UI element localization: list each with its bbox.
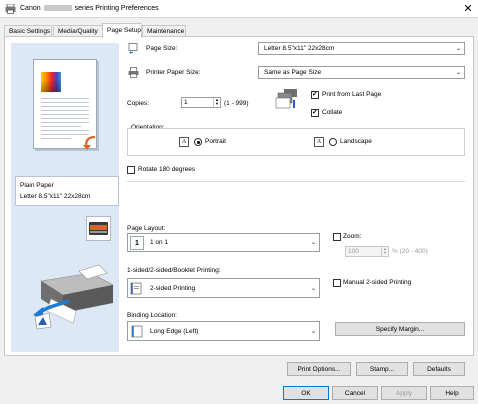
page-layout-select[interactable]: 1 1 on 1 ⌄ [127, 233, 320, 252]
copies-input[interactable]: 1 ▲ ▼ [181, 97, 221, 108]
rotate-180-checkbox[interactable] [127, 166, 135, 174]
zoom-value: 100 [348, 248, 359, 255]
sided-printing-value: 2-sided Printing [150, 285, 196, 292]
redacted-model-name [43, 5, 72, 11]
defaults-button[interactable]: Defaults [413, 362, 465, 376]
landscape-radio[interactable] [329, 138, 337, 146]
page-size-select[interactable]: Letter 8.5"x11" 22x28cm ⌄ [258, 42, 465, 55]
print-from-last-page-checkbox[interactable] [311, 90, 319, 99]
ok-button[interactable]: OK [283, 386, 329, 400]
chevron-down-icon: ⌄ [310, 286, 316, 292]
zoom-spin-buttons[interactable]: ▲ ▼ [381, 247, 388, 256]
page-layout-value: 1 on 1 [150, 239, 169, 246]
sided-printing-select[interactable]: 2-sided Printing ⌄ [127, 278, 320, 298]
print-from-last-page-label: Print from Last Page [322, 91, 382, 98]
portrait-radio[interactable] [194, 138, 202, 146]
reverse-order-arrow-icon [83, 135, 96, 150]
printer-app-icon [5, 4, 16, 14]
printer-paper-size-select[interactable]: Same as Page Size ⌄ [258, 66, 465, 79]
window-title: Canon series Printing Preferences [20, 5, 159, 12]
stamp-button[interactable]: Stamp... [356, 362, 408, 376]
paper-size-text: Letter 8.5"x11" 22x28cm [20, 193, 91, 200]
print-options-button[interactable]: Print Options... [287, 362, 351, 376]
one-on-one-icon: 1 [130, 236, 144, 250]
collate-checkbox[interactable] [311, 108, 319, 117]
close-button[interactable]: ✕ [460, 1, 476, 17]
tab-strip: Basic Settings Media/Quality Page Setup … [4, 23, 474, 38]
long-edge-binding-icon [130, 324, 144, 338]
zoom-input[interactable]: 100 ▲ ▼ [345, 246, 389, 257]
paper-info-box: Plain Paper Letter 8.5"x11" 22x28cm [15, 176, 119, 206]
specify-margin-button[interactable]: Specify Margin... [335, 322, 465, 336]
zoom-range-text: % (20 - 400) [392, 248, 428, 255]
page-size-label: Page Size: [146, 45, 178, 52]
paper-type-text: Plain Paper [20, 182, 54, 189]
portrait-orientation-icon: A [179, 137, 189, 147]
binding-location-label: Binding Location: [127, 312, 177, 319]
tab-page-setup[interactable]: Page Setup [102, 23, 142, 38]
chevron-down-icon: ⌄ [310, 329, 316, 335]
portrait-label: Portrait [205, 138, 226, 145]
page-size-icon [128, 43, 138, 54]
binding-location-select[interactable]: Long Edge (Left) ⌄ [127, 321, 320, 341]
collate-label: Collate [322, 109, 343, 116]
orientation-group [127, 128, 465, 156]
rotate-180-label: Rotate 180 degrees [138, 166, 196, 173]
title-bar: Canon series Printing Preferences ✕ [0, 0, 478, 18]
zoom-label: Zoom: [343, 233, 362, 240]
chevron-down-icon: ⌄ [310, 240, 316, 246]
cancel-button[interactable]: Cancel [332, 386, 378, 400]
copies-label: Copies: [127, 100, 150, 107]
sample-image [41, 72, 61, 92]
chevron-down-icon: ⌄ [455, 46, 461, 52]
paper-source-icon[interactable] [86, 216, 111, 241]
page-size-value: Letter 8.5"x11" 22x28cm [264, 45, 335, 52]
section-divider [127, 181, 465, 182]
printer-paper-size-label: Printer Paper Size: [146, 69, 201, 76]
sided-printing-label: 1-sided/2-sided/Booklet Printing: [127, 267, 221, 274]
page-layout-label: Page Layout: [127, 225, 166, 232]
landscape-label: Landscape [340, 138, 372, 145]
help-button[interactable]: Help [430, 386, 474, 400]
landscape-orientation-icon: A [314, 137, 324, 147]
collate-stack-icon [275, 89, 297, 109]
zoom-checkbox[interactable] [333, 233, 341, 241]
preview-pane: Plain Paper Letter 8.5"x11" 22x28cm [11, 43, 119, 352]
two-sided-printing-icon [130, 281, 144, 295]
printer-paper-size-icon [128, 67, 139, 78]
copies-value: 1 [184, 99, 188, 106]
printer-illustration-icon [33, 264, 114, 330]
copies-range-text: (1 - 999) [224, 100, 249, 107]
chevron-down-icon: ⌄ [455, 70, 461, 76]
manual-2sided-checkbox[interactable] [333, 279, 341, 287]
copies-spin-buttons[interactable]: ▲ ▼ [213, 98, 220, 107]
manual-2sided-label: Manual 2-sided Printing [343, 279, 412, 286]
printer-paper-size-value: Same as Page Size [264, 69, 322, 76]
apply-button[interactable]: Apply [381, 386, 427, 400]
binding-location-value: Long Edge (Left) [150, 328, 199, 335]
